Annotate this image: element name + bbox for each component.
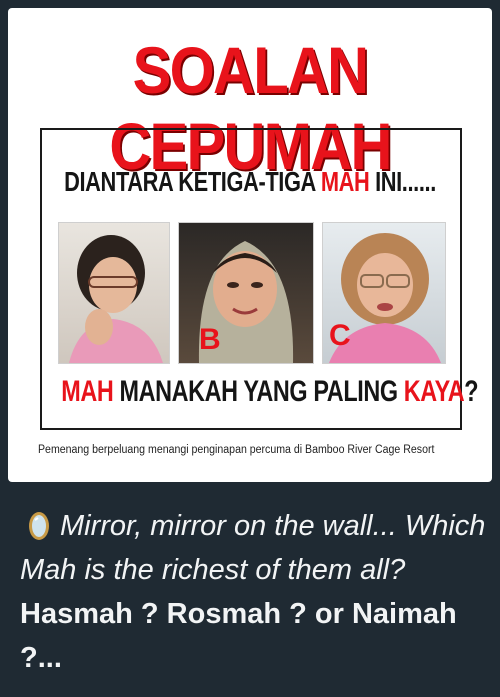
image-card[interactable]: SOALAN CEPUMAH DIANTARA KETIGA-TIGA MAH … — [8, 8, 492, 482]
caption-names: Hasmah ? Rosmah ? or Naimah ?... — [20, 598, 457, 674]
post-caption: Mirror, mirror on the wall... Which Mah … — [20, 504, 490, 680]
label-c: C — [329, 319, 351, 352]
footnote: Pemenang berpeluang menangi penginapan p… — [38, 444, 435, 456]
portrait-a — [58, 222, 170, 364]
answer-line: MAH MANAKAH YANG PALING KAYA? — [61, 375, 479, 408]
portrait-c: C — [322, 222, 446, 364]
portrait-b: B — [178, 222, 314, 364]
question-line: DIANTARA KETIGA-TIGA MAH INI...... — [64, 166, 436, 197]
caption-text: Mirror, mirror on the wall... Which Mah … — [20, 510, 486, 586]
mirror-icon — [28, 510, 50, 540]
label-b: B — [199, 323, 221, 356]
